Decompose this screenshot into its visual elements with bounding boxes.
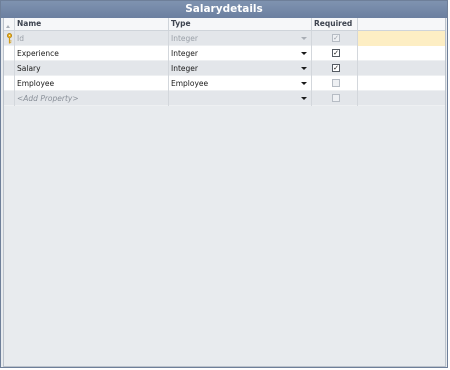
property-type-select[interactable]: Integer (169, 61, 312, 76)
property-row-id[interactable]: Id Integer ✓ (4, 31, 445, 46)
row-extra (358, 46, 445, 61)
property-type-value: Employee (171, 79, 209, 88)
column-header-name[interactable]: Name (15, 18, 169, 31)
entity-window: Salarydetails Name Type Required Id Inte… (0, 0, 448, 368)
required-checkbox[interactable]: ✓ (332, 34, 340, 42)
chevron-down-icon[interactable] (301, 82, 307, 85)
column-header-required[interactable]: Required (312, 18, 358, 31)
required-cell: ✓ (312, 46, 358, 61)
property-grid: Name Type Required Id Integer ✓ Experien… (3, 18, 446, 367)
row-gutter (4, 31, 15, 46)
required-checkbox[interactable] (332, 94, 340, 102)
property-type-value: Integer (171, 34, 198, 43)
required-checkbox[interactable]: ✓ (332, 64, 340, 72)
row-extra (358, 61, 445, 76)
sort-indicator-icon (6, 25, 10, 28)
row-extra (358, 91, 445, 106)
row-gutter (4, 61, 15, 76)
chevron-down-icon[interactable] (301, 37, 307, 40)
row-gutter (4, 91, 15, 106)
grid-header: Name Type Required (4, 18, 445, 31)
row-extra (358, 76, 445, 91)
row-extra (358, 31, 445, 46)
property-type-select[interactable]: Integer (169, 31, 312, 46)
required-cell (312, 91, 358, 106)
key-icon (6, 33, 13, 44)
property-row-experience[interactable]: Experience Integer ✓ (4, 46, 445, 61)
property-name[interactable]: Employee (15, 76, 169, 91)
property-type-select[interactable]: Integer (169, 46, 312, 61)
property-row-salary[interactable]: Salary Integer ✓ (4, 61, 445, 76)
required-checkbox[interactable] (332, 79, 340, 87)
entity-title[interactable]: Salarydetails (1, 1, 447, 18)
row-gutter (4, 76, 15, 91)
required-cell: ✓ (312, 61, 358, 76)
chevron-down-icon[interactable] (301, 97, 307, 100)
property-type-select[interactable]: Employee (169, 76, 312, 91)
header-gutter (4, 18, 15, 31)
property-type-select[interactable] (169, 91, 312, 106)
required-cell (312, 76, 358, 91)
column-header-type[interactable]: Type (169, 18, 312, 31)
column-header-spacer (358, 18, 445, 31)
property-row-employee[interactable]: Employee Employee (4, 76, 445, 91)
row-gutter (4, 46, 15, 61)
property-name[interactable]: Experience (15, 46, 169, 61)
property-name[interactable]: Id (15, 31, 169, 46)
property-type-value: Integer (171, 49, 198, 58)
property-type-value: Integer (171, 64, 198, 73)
required-cell: ✓ (312, 31, 358, 46)
chevron-down-icon[interactable] (301, 52, 307, 55)
add-property-row[interactable]: <Add Property> (4, 91, 445, 106)
property-name[interactable]: Salary (15, 61, 169, 76)
add-property-placeholder[interactable]: <Add Property> (15, 91, 169, 106)
required-checkbox[interactable]: ✓ (332, 49, 340, 57)
chevron-down-icon[interactable] (301, 67, 307, 70)
